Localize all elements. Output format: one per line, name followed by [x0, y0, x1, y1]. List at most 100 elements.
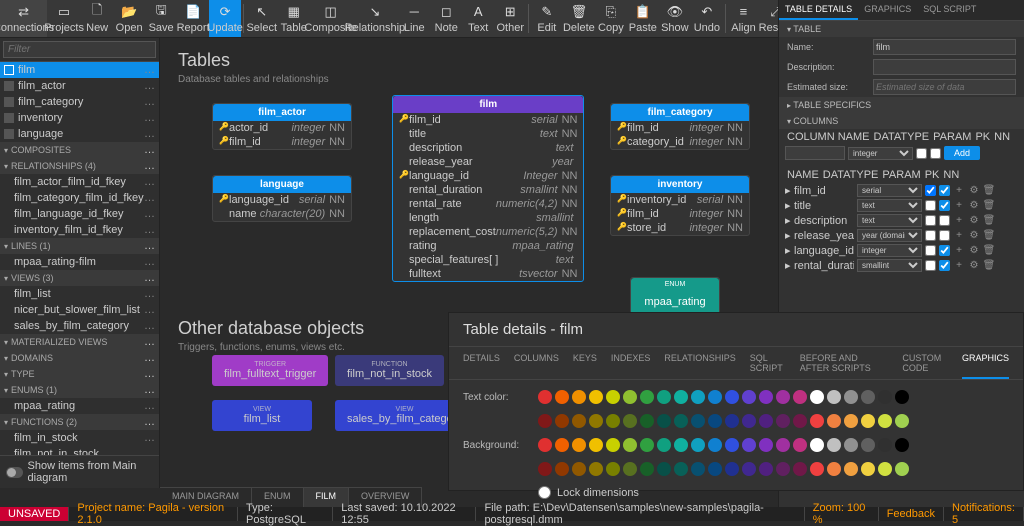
nn-checkbox[interactable] [939, 230, 950, 241]
color-swatch[interactable] [708, 462, 722, 476]
delete-icon[interactable]: 🗑 [983, 215, 995, 227]
table-column[interactable]: 🔑store_idintegerNN [611, 221, 749, 235]
edit-button[interactable]: ✎Edit [531, 0, 563, 37]
detail-tab[interactable]: BEFORE AND AFTER SCRIPTS [800, 347, 889, 379]
pk-checkbox[interactable] [925, 230, 936, 241]
tree-item[interactable]: inventory… [0, 110, 159, 126]
color-swatch[interactable] [827, 414, 841, 428]
dbobject[interactable]: VIEWfilm_list [212, 400, 312, 431]
tree-section[interactable]: LINES (1)… [0, 238, 159, 254]
nn-checkbox[interactable] [939, 185, 950, 196]
color-swatch[interactable] [878, 462, 892, 476]
table-header[interactable]: language [213, 176, 351, 193]
color-swatch[interactable] [640, 390, 654, 404]
color-swatch[interactable] [827, 390, 841, 404]
tree-item[interactable]: film_not_in_stock… [0, 446, 159, 455]
delete-button[interactable]: 🗑Delete [563, 0, 595, 37]
color-swatch[interactable] [725, 462, 739, 476]
color-swatch[interactable] [725, 438, 739, 452]
color-swatch[interactable] [861, 390, 875, 404]
tree-item[interactable]: nicer_but_slower_film_list… [0, 302, 159, 318]
pk-checkbox[interactable] [925, 245, 936, 256]
color-swatch[interactable] [878, 414, 892, 428]
color-swatch[interactable] [572, 438, 586, 452]
column-row[interactable]: ▸release_yearyear (domain)+⚙🗑 [779, 228, 1024, 243]
color-swatch[interactable] [623, 414, 637, 428]
table-header[interactable]: film [393, 96, 583, 113]
undo-button[interactable]: ↶Undo [691, 0, 723, 37]
table-inventory[interactable]: inventory🔑inventory_idserialNN🔑film_idin… [610, 175, 750, 236]
delete-icon[interactable]: 🗑 [983, 185, 995, 197]
color-swatch[interactable] [844, 414, 858, 428]
table-header[interactable]: film_category [611, 104, 749, 121]
color-swatch[interactable] [810, 462, 824, 476]
new-column-name[interactable] [785, 146, 845, 160]
new-column-type[interactable]: integer [848, 147, 913, 160]
color-swatch[interactable] [674, 414, 688, 428]
open-button[interactable]: 📂Open [113, 0, 145, 37]
tree-item[interactable]: film_language_id_fkey… [0, 206, 159, 222]
color-swatch[interactable] [861, 414, 875, 428]
tree-item[interactable]: sales_by_film_category… [0, 318, 159, 334]
color-swatch[interactable] [572, 390, 586, 404]
paste-button[interactable]: 📋Paste [627, 0, 659, 37]
table-column[interactable]: namecharacter(20)NN [213, 207, 351, 221]
color-swatch[interactable] [759, 390, 773, 404]
table-column[interactable]: 🔑film_idintegerNN [611, 207, 749, 221]
pk-checkbox[interactable] [925, 260, 936, 271]
column-row[interactable]: ▸language_idinteger+⚙🗑 [779, 243, 1024, 258]
table-film_category[interactable]: film_category🔑film_idintegerNN🔑category_… [610, 103, 750, 150]
color-swatch[interactable] [640, 438, 654, 452]
add-icon[interactable]: + [953, 185, 965, 197]
show-button[interactable]: 👁Show [659, 0, 691, 37]
show-items-toggle[interactable]: Show items from Main diagram [0, 455, 159, 488]
add-column-button[interactable]: Add [944, 146, 980, 160]
color-swatch[interactable] [895, 390, 909, 404]
detail-tab[interactable]: GRAPHICS [962, 347, 1009, 379]
detail-tab[interactable]: COLUMNS [514, 347, 559, 379]
color-swatch[interactable] [623, 462, 637, 476]
table-column[interactable]: 🔑actor_idintegerNN [213, 121, 351, 135]
tree-item[interactable]: mpaa_rating… [0, 398, 159, 414]
settings-icon[interactable]: ⚙ [968, 215, 980, 227]
settings-icon[interactable]: ⚙ [968, 185, 980, 197]
nn-checkbox[interactable] [939, 200, 950, 211]
color-swatch[interactable] [895, 462, 909, 476]
tree-item[interactable]: film… [0, 62, 159, 78]
color-swatch[interactable] [589, 414, 603, 428]
filter-input[interactable] [3, 41, 156, 58]
color-swatch[interactable] [742, 438, 756, 452]
table-column[interactable]: replacement_costnumeric(5,2)NN [393, 225, 583, 239]
other-button[interactable]: ⊞Other [494, 0, 526, 37]
tree-section[interactable]: DOMAINS… [0, 350, 159, 366]
tree-item[interactable]: language… [0, 126, 159, 142]
color-swatch[interactable] [725, 390, 739, 404]
table-column[interactable]: 🔑category_idintegerNN [611, 135, 749, 149]
table-column[interactable]: rental_durationsmallintNN [393, 183, 583, 197]
table-column[interactable]: ratingmpaa_rating [393, 239, 583, 253]
table-column[interactable]: 🔑inventory_idserialNN [611, 193, 749, 207]
description-input[interactable] [873, 59, 1016, 75]
table-column[interactable]: 🔑film_idintegerNN [611, 121, 749, 135]
table-column[interactable]: 🔑film_idserialNN [393, 113, 583, 127]
tree-item[interactable]: film_category… [0, 94, 159, 110]
tree-item[interactable]: film_list… [0, 286, 159, 302]
color-swatch[interactable] [606, 438, 620, 452]
color-swatch[interactable] [640, 462, 654, 476]
color-swatch[interactable] [606, 462, 620, 476]
color-swatch[interactable] [708, 414, 722, 428]
color-swatch[interactable] [589, 462, 603, 476]
report-button[interactable]: 📄Report [177, 0, 209, 37]
detail-tab[interactable]: SQL SCRIPT [750, 347, 786, 379]
add-icon[interactable]: + [953, 245, 965, 257]
color-swatch[interactable] [572, 414, 586, 428]
projects-button[interactable]: ▭Projects [47, 0, 81, 37]
pk-checkbox[interactable] [925, 185, 936, 196]
color-swatch[interactable] [861, 438, 875, 452]
color-swatch[interactable] [776, 462, 790, 476]
section-specifics[interactable]: TABLE SPECIFICS [779, 97, 1024, 113]
new-column-pk[interactable] [916, 148, 927, 159]
table-column[interactable]: descriptiontext [393, 141, 583, 155]
color-swatch[interactable] [657, 414, 671, 428]
tree-section[interactable]: FUNCTIONS (2)… [0, 414, 159, 430]
